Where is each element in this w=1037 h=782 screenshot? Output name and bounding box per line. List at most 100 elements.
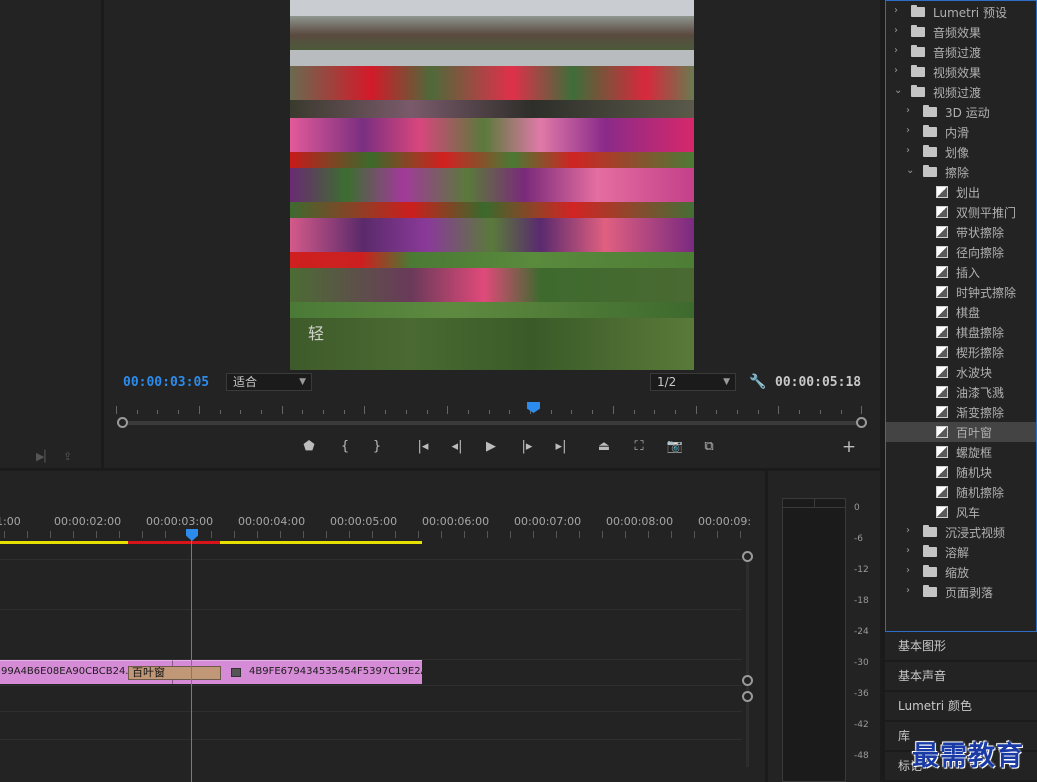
go-to-in-button[interactable]: |◂ — [412, 436, 434, 458]
effects-folder[interactable]: › 视频效果 — [886, 62, 1036, 82]
track-divider — [0, 609, 742, 610]
effects-label: 内滑 — [945, 126, 970, 140]
effects-item[interactable]: 油漆飞溅 — [886, 382, 1036, 402]
mark-out-button[interactable]: } — [366, 436, 388, 458]
effects-folder[interactable]: › 划像 — [886, 142, 1036, 162]
effects-folder[interactable]: › 3D 运动 — [886, 102, 1036, 122]
ruler-time-label: 00:00:03:00 — [146, 515, 214, 528]
export-icon[interactable]: ⇪ — [63, 450, 77, 463]
effects-item[interactable]: 插入 — [886, 262, 1036, 282]
chevron-right-icon[interactable]: › — [906, 105, 910, 116]
chevron-right-icon[interactable]: › — [894, 45, 898, 56]
effects-item[interactable]: 渐变擦除 — [886, 402, 1036, 422]
ruler-tick — [240, 410, 242, 414]
ruler-tick — [136, 410, 138, 414]
go-to-out-button[interactable]: ▸| — [550, 436, 572, 458]
effects-item[interactable]: 时钟式擦除 — [886, 282, 1036, 302]
transition-clip[interactable]: 百叶窗 — [128, 666, 221, 680]
timeline-ruler[interactable]: 1:00 00:00:02:00 00:00:03:00 00:00:04:00 00:… — [0, 471, 765, 543]
effects-folder[interactable]: › 页面剥落 — [886, 582, 1036, 602]
transition-icon — [936, 486, 948, 498]
add-marker-button[interactable]: ⬟ — [298, 436, 320, 458]
effects-item[interactable]: 随机擦除 — [886, 482, 1036, 502]
effects-folder[interactable]: ⌄ 视频过渡 — [886, 82, 1036, 102]
ruler-time-label: 00:00:07:00 — [514, 515, 582, 528]
effects-item[interactable]: 双侧平推门 — [886, 202, 1036, 222]
resolution-dropdown[interactable]: 1/2 ▼ — [650, 373, 736, 391]
effects-item[interactable]: 风车 — [886, 502, 1036, 522]
chevron-right-icon[interactable]: › — [906, 545, 910, 556]
scroll-handle-top[interactable] — [742, 691, 753, 702]
effects-folder[interactable]: › 音频效果 — [886, 22, 1036, 42]
transition-icon — [936, 306, 948, 318]
effects-panel: › Lumetri 预设 › 音频效果 › 音频过渡 › 视频效果 ⌄ 视频过渡 › 3D 运动 › 内滑… — [885, 0, 1037, 632]
chevron-right-icon[interactable]: › — [906, 125, 910, 136]
chevron-right-icon[interactable]: › — [894, 5, 898, 16]
step-back-button[interactable]: ◂| — [446, 436, 468, 458]
scroll-handle-top[interactable] — [742, 551, 753, 562]
lift-button[interactable]: ⏏ — [593, 436, 615, 458]
insert-icon[interactable]: ▶▏ — [36, 450, 53, 463]
effects-item[interactable]: 水波块 — [886, 362, 1036, 382]
chevron-right-icon[interactable]: › — [906, 585, 910, 596]
fit-dropdown[interactable]: 适合 ▼ — [226, 373, 312, 391]
effects-item[interactable]: 棋盘擦除 — [886, 322, 1036, 342]
db-label: -12 — [854, 565, 869, 575]
effects-item[interactable]: 百叶窗 — [886, 422, 1036, 442]
effects-folder[interactable]: › Lumetri 预设 — [886, 2, 1036, 22]
ruler-tick — [648, 531, 649, 538]
scroll-handle-bottom[interactable] — [742, 675, 753, 686]
play-button[interactable]: ▶ — [480, 436, 502, 458]
transition-icon — [936, 506, 948, 518]
timeline-vertical-scrollbar[interactable] — [742, 551, 756, 782]
effects-label: 溶解 — [945, 546, 970, 560]
effects-item[interactable]: 带状擦除 — [886, 222, 1036, 242]
current-timecode[interactable]: 00:00:03:05 — [123, 375, 209, 390]
effects-folder[interactable]: › 内滑 — [886, 122, 1036, 142]
button-editor-add-button[interactable]: + — [838, 436, 860, 458]
ruler-tick — [372, 531, 373, 538]
panel-tab[interactable]: 基本声音 — [885, 662, 1037, 690]
effects-folder[interactable]: ⌄ 擦除 — [886, 162, 1036, 182]
effects-item[interactable]: 划出 — [886, 182, 1036, 202]
effects-folder[interactable]: › 溶解 — [886, 542, 1036, 562]
chevron-right-icon[interactable]: › — [894, 65, 898, 76]
zoom-scroll-start-handle[interactable] — [117, 417, 128, 428]
chevron-right-icon[interactable]: › — [906, 565, 910, 576]
mark-in-button[interactable]: { — [334, 436, 356, 458]
chevron-right-icon[interactable]: › — [906, 145, 910, 156]
wrench-icon[interactable]: 🔧 — [749, 374, 766, 390]
effects-item[interactable]: 螺旋框 — [886, 442, 1036, 462]
effects-item[interactable]: 径向擦除 — [886, 242, 1036, 262]
ruler-tick — [571, 410, 573, 414]
zoom-scroll-end-handle[interactable] — [856, 417, 867, 428]
ruler-tick — [737, 410, 738, 414]
chevron-right-icon[interactable]: › — [894, 25, 898, 36]
compare-view-button[interactable]: ⧉ — [698, 436, 720, 458]
db-label: -30 — [854, 658, 869, 668]
step-forward-button[interactable]: |▸ — [516, 436, 538, 458]
chevron-down-icon[interactable]: ⌄ — [894, 85, 902, 96]
panel-tab[interactable]: 基本图形 — [885, 632, 1037, 660]
monitor-time-ruler[interactable] — [116, 402, 864, 414]
db-label: -36 — [854, 689, 869, 699]
transition-icon — [936, 386, 948, 398]
effects-item[interactable]: 楔形擦除 — [886, 342, 1036, 362]
effects-folder[interactable]: › 缩放 — [886, 562, 1036, 582]
video-strip — [290, 50, 694, 66]
panel-tab[interactable]: Lumetri 颜色 — [885, 692, 1037, 720]
channel-divider — [814, 499, 815, 507]
effects-label: 视频过渡 — [933, 86, 982, 100]
chevron-right-icon[interactable]: › — [906, 525, 910, 536]
db-label: -18 — [854, 596, 869, 606]
effects-folder[interactable]: › 沉浸式视频 — [886, 522, 1036, 542]
export-frame-button[interactable]: 📷 — [664, 436, 686, 458]
ruler-tick — [426, 410, 428, 414]
chevron-down-icon[interactable]: ⌄ — [906, 165, 914, 176]
extract-button[interactable]: ⛶ — [628, 436, 650, 458]
effects-item[interactable]: 随机块 — [886, 462, 1036, 482]
effects-folder[interactable]: › 音频过渡 — [886, 42, 1036, 62]
effects-item[interactable]: 棋盘 — [886, 302, 1036, 322]
ruler-tick — [27, 531, 28, 538]
zoom-scroll-bar[interactable] — [122, 421, 862, 425]
